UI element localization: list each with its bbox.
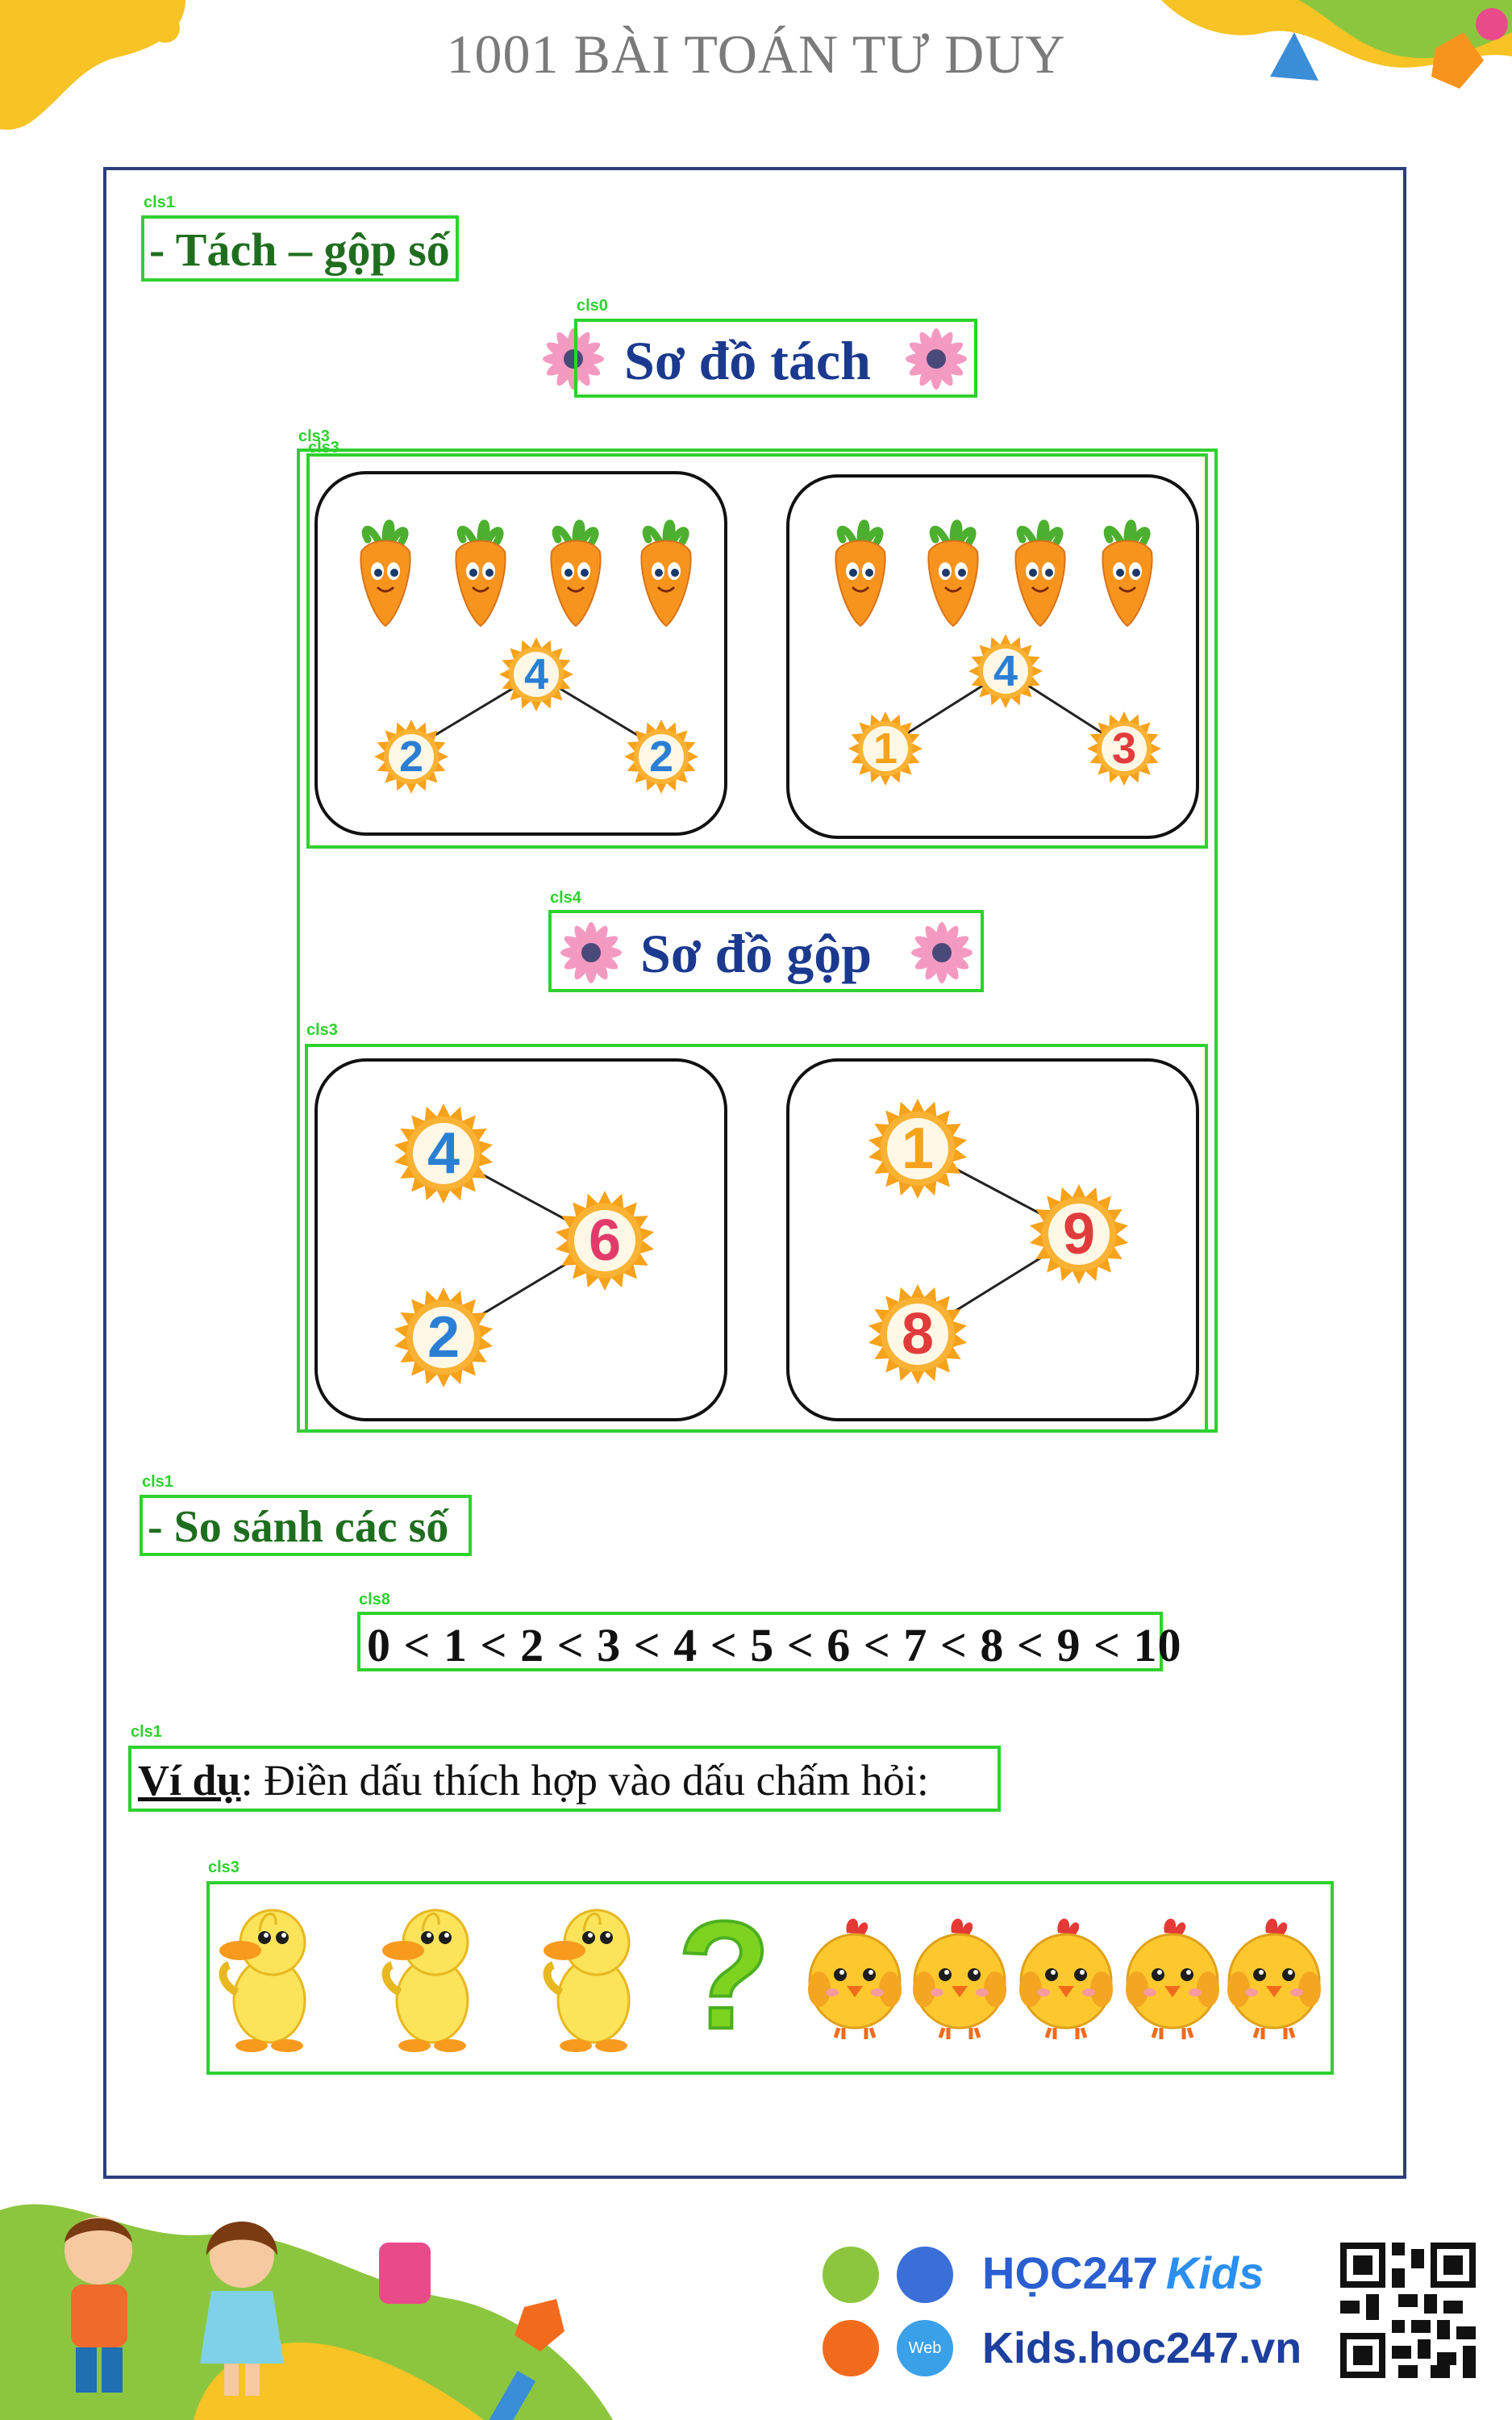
merge-diagrams-art: 4 6 2 1 9 8 bbox=[393, 1099, 1130, 1387]
brand-name: HỌC247 bbox=[982, 2247, 1158, 2298]
example-box: Ví dụ: Điền dấu thích hợp vào dấu chấm h… bbox=[128, 1746, 1001, 1812]
carrot-icon bbox=[1102, 524, 1152, 626]
fox-mascot-icon bbox=[897, 2247, 953, 2303]
example-line: Ví dụ: Điền dấu thích hợp vào dấu chấm h… bbox=[138, 1755, 929, 1805]
detection-tag: cls8 bbox=[359, 1591, 390, 1608]
chick-icon bbox=[1227, 1919, 1321, 2039]
flower-icon bbox=[906, 328, 967, 390]
flower-icon bbox=[560, 922, 622, 983]
section-heading-box: - So sánh các số bbox=[140, 1495, 472, 1556]
detection-tag: cls1 bbox=[142, 1473, 173, 1491]
detection-tag: cls1 bbox=[144, 194, 175, 211]
brand-logo[interactable]: HỌC247 Kids bbox=[982, 2247, 1264, 2299]
carrot-icon bbox=[456, 524, 505, 626]
carrot-icon bbox=[641, 524, 690, 626]
split-1-left: 2 bbox=[399, 732, 423, 781]
detection-tag: cls3 bbox=[208, 1859, 240, 1876]
detection-tag: cls3 bbox=[306, 1021, 338, 1039]
merge-diagram-title: Sơ đồ gộp bbox=[640, 923, 873, 984]
detection-tag: cls1 bbox=[131, 1723, 162, 1741]
chick-icon bbox=[1019, 1919, 1113, 2039]
backpack-icon bbox=[379, 2243, 431, 2304]
split-1-total: 4 bbox=[524, 650, 548, 699]
question-mark-icon: ? bbox=[677, 1890, 771, 2061]
split-diagrams-art: 4 2 2 4 1 3 bbox=[314, 471, 1161, 794]
merge-2-sum: 9 bbox=[1063, 1202, 1095, 1266]
merge-1-top: 4 bbox=[427, 1121, 460, 1186]
merge-2-top: 1 bbox=[902, 1116, 934, 1181]
sequence-box: 0 < 1 < 2 < 3 < 4 < 5 < 6 < 7 < 8 < 9 < … bbox=[357, 1612, 1181, 1671]
chick-icon bbox=[1126, 1919, 1219, 2039]
split-2-right: 3 bbox=[1112, 724, 1136, 773]
split-2-total: 4 bbox=[993, 647, 1018, 695]
section-heading-split-merge: - Tách – gộp số bbox=[149, 223, 450, 276]
example-label: Ví dụ bbox=[138, 1756, 241, 1805]
detection-tag: cls4 bbox=[550, 889, 581, 907]
split-2-left: 1 bbox=[873, 724, 898, 773]
flower-icon bbox=[911, 922, 973, 983]
carrot-icon bbox=[1015, 524, 1064, 626]
duck-icon bbox=[544, 1910, 629, 2052]
carrot-icon bbox=[835, 524, 885, 626]
carrot-icon bbox=[360, 524, 410, 626]
split-1-right: 2 bbox=[649, 732, 673, 781]
duck-icon bbox=[382, 1910, 468, 2052]
chick-icon bbox=[913, 1919, 1006, 2039]
split-diagram-title: Sơ đồ tách bbox=[624, 330, 871, 391]
monitor-icon[interactable] bbox=[823, 2320, 879, 2376]
example-row-art: ? bbox=[210, 1888, 1331, 2063]
example-instruction: : Điền dấu thích hợp vào dấu chấm hỏi: bbox=[240, 1756, 929, 1805]
merge-2-bottom: 8 bbox=[902, 1302, 934, 1366]
qr-code-icon[interactable] bbox=[1340, 2243, 1476, 2378]
app-store-icon[interactable] bbox=[823, 2247, 879, 2303]
site-link[interactable]: Kids.hoc247.vn bbox=[982, 2323, 1302, 2373]
chick-icon bbox=[808, 1919, 902, 2039]
merge-1-sum: 6 bbox=[589, 1208, 621, 1273]
header-title: 1001 BÀI TOÁN TƯ DUY bbox=[446, 23, 1066, 85]
number-sequence: 0 < 1 < 2 < 3 < 4 < 5 < 6 < 7 < 8 < 9 < … bbox=[367, 1619, 1182, 1671]
web-badge[interactable]: Web bbox=[897, 2320, 953, 2376]
carrot-icon bbox=[928, 524, 977, 626]
merge-1-bottom: 2 bbox=[427, 1305, 460, 1370]
footer-kids-illustration bbox=[0, 2204, 613, 2420]
detection-tag: cls0 bbox=[577, 297, 608, 315]
section-heading-box: - Tách – gộp số bbox=[141, 215, 459, 282]
carrot-icon bbox=[551, 524, 600, 626]
duck-icon bbox=[219, 1910, 305, 2052]
brand-kids: Kids bbox=[1165, 2247, 1264, 2298]
section-heading-compare: - So sánh các số bbox=[148, 1502, 449, 1552]
